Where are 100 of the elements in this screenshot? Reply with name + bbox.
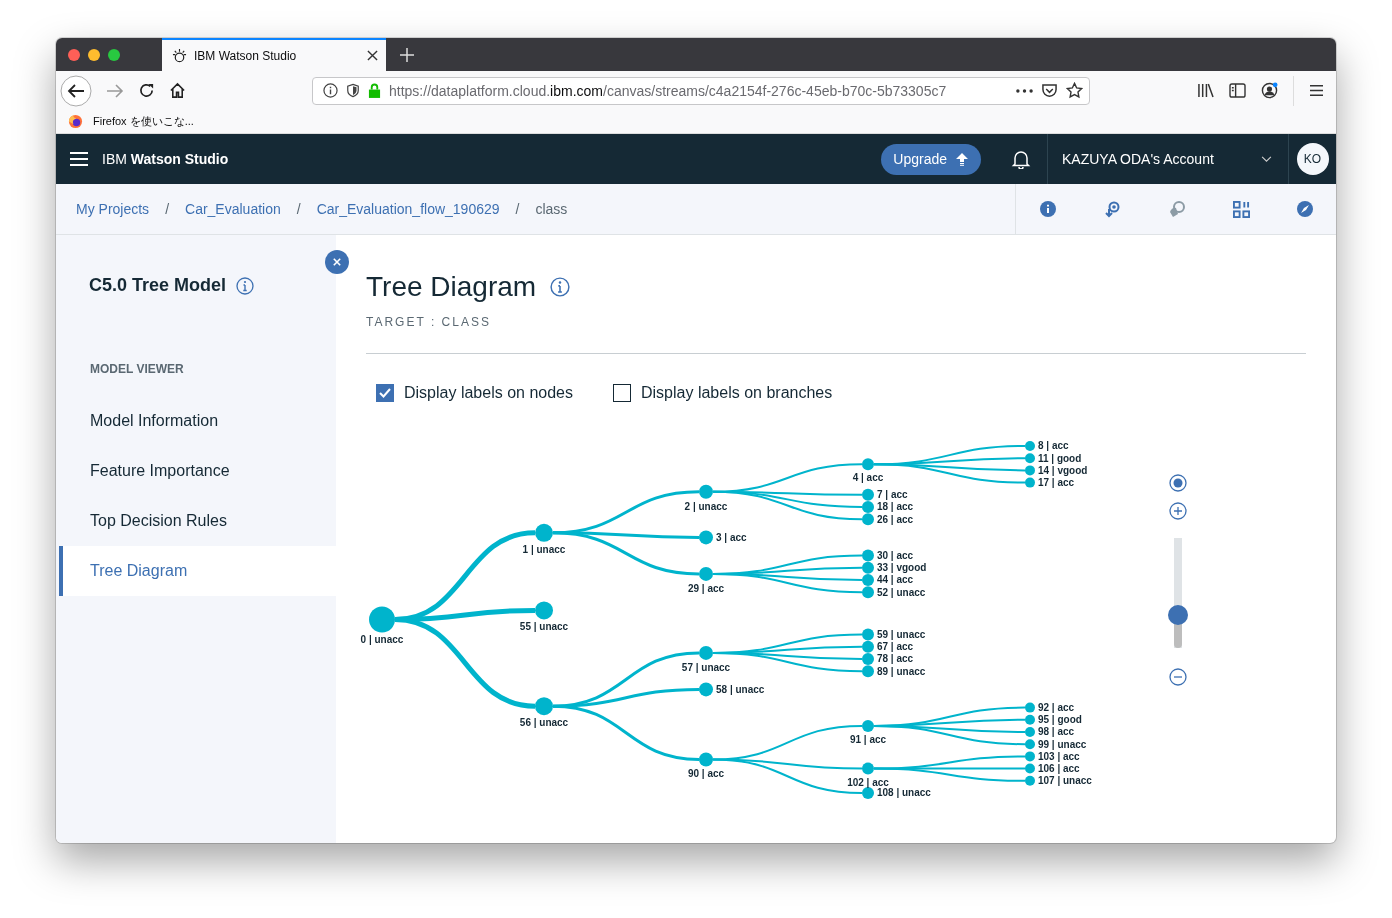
- shield-icon[interactable]: [346, 83, 360, 98]
- upgrade-button[interactable]: Upgrade: [881, 143, 981, 175]
- tree-node[interactable]: [862, 653, 874, 665]
- info-icon[interactable]: [550, 277, 571, 297]
- node-label: 78 | acc: [877, 653, 914, 665]
- breadcrumb-link[interactable]: Car_Evaluation: [185, 201, 281, 217]
- tree-node[interactable]: [862, 787, 874, 799]
- close-tab-icon[interactable]: [367, 50, 378, 61]
- node-label: 26 | acc: [877, 513, 914, 525]
- pocket-icon[interactable]: [1041, 83, 1058, 98]
- sidebar-item[interactable]: Top Decision Rules: [59, 496, 336, 546]
- forward-icon[interactable]: [106, 81, 124, 100]
- breadcrumb-link[interactable]: Car_Evaluation_flow_190629: [316, 201, 500, 217]
- sidebar-item[interactable]: Model Information: [59, 396, 336, 446]
- chevron-down-icon: [1261, 155, 1272, 163]
- close-button[interactable]: [325, 250, 349, 274]
- node-label: 90 | acc: [687, 768, 725, 780]
- more-icon[interactable]: [1016, 88, 1033, 93]
- checkbox[interactable]: [613, 384, 631, 402]
- checkbox-label: Display labels on branches: [641, 384, 833, 402]
- tree-node[interactable]: [1025, 751, 1035, 762]
- tree-node[interactable]: [1025, 453, 1035, 464]
- tree-node[interactable]: [1025, 775, 1035, 786]
- tree-node[interactable]: [369, 606, 395, 633]
- breadcrumb-separator: /: [296, 201, 301, 217]
- new-tab-icon[interactable]: [400, 47, 414, 62]
- account-icon[interactable]: [1261, 82, 1278, 99]
- model-title: C5.0 Tree Model: [89, 275, 227, 296]
- bookmark[interactable]: Firefox を使いこな...: [68, 114, 194, 129]
- tree-node[interactable]: [862, 762, 874, 775]
- tree-node[interactable]: [1025, 739, 1035, 750]
- slider-thumb[interactable]: [1168, 605, 1188, 625]
- tree-node[interactable]: [699, 752, 713, 767]
- tree-node[interactable]: [535, 601, 553, 620]
- tree-node[interactable]: [1025, 702, 1035, 713]
- tree-node[interactable]: [1025, 477, 1035, 488]
- tree-node[interactable]: [535, 523, 553, 542]
- tree-node[interactable]: [862, 501, 874, 513]
- firefox-logo-icon: [68, 114, 83, 129]
- browser-tab[interactable]: IBM Watson Studio: [162, 38, 386, 71]
- tree-node[interactable]: [699, 645, 713, 660]
- info-icon[interactable]: [236, 276, 255, 295]
- grid-icon[interactable]: [1232, 200, 1250, 218]
- home-icon[interactable]: [169, 82, 186, 99]
- tree-node[interactable]: [862, 561, 874, 574]
- tree-node[interactable]: [862, 513, 874, 526]
- minimize-window-icon[interactable]: [88, 48, 100, 61]
- close-icon: [333, 258, 341, 266]
- tree-node[interactable]: [1025, 465, 1035, 476]
- user-avatar[interactable]: KO: [1296, 143, 1329, 175]
- compass-icon[interactable]: [1296, 201, 1313, 217]
- sidebar-icon[interactable]: [1229, 83, 1246, 98]
- node-label: 106 | acc: [1038, 763, 1080, 775]
- info-icon[interactable]: [1039, 201, 1056, 217]
- tree-node[interactable]: [862, 458, 874, 471]
- checkbox[interactable]: [376, 384, 394, 402]
- reload-icon[interactable]: [138, 82, 155, 99]
- tree-node[interactable]: [862, 719, 874, 732]
- node-label: 67 | acc: [877, 641, 914, 653]
- breadcrumb-separator: /: [165, 201, 169, 217]
- zoom-in-icon[interactable]: [1169, 502, 1187, 520]
- tree-node[interactable]: [699, 484, 713, 499]
- page-title: Tree Diagram: [366, 271, 537, 303]
- star-icon[interactable]: [1066, 82, 1083, 99]
- tree-node[interactable]: [862, 574, 874, 586]
- menu-icon[interactable]: [1309, 84, 1324, 97]
- close-window-icon[interactable]: [68, 48, 80, 61]
- recenter-icon[interactable]: [1169, 474, 1187, 492]
- back-icon[interactable]: [60, 74, 92, 107]
- tree-node[interactable]: [862, 488, 874, 501]
- tree-node[interactable]: [1025, 714, 1035, 725]
- tree-node[interactable]: [699, 566, 713, 581]
- app-name: IBM Watson Studio: [102, 151, 229, 167]
- breadcrumb-link[interactable]: My Projects: [76, 201, 150, 217]
- tree-node[interactable]: [535, 697, 553, 716]
- tree-node[interactable]: [699, 530, 713, 545]
- library-icon[interactable]: [1197, 83, 1214, 98]
- chat-icon[interactable]: [1167, 200, 1186, 218]
- tree-node[interactable]: [699, 682, 713, 697]
- node-label: 52 | unacc: [877, 586, 926, 598]
- node-label: 33 | vgood: [877, 562, 927, 574]
- tree-node[interactable]: [1025, 763, 1035, 774]
- tree-node[interactable]: [862, 549, 874, 562]
- address-bar[interactable]: https://dataplatform.cloud.ibm.com/canvas/streams/c4a2154f-276c-45eb-b70c-5b73305c7: [312, 76, 1090, 105]
- info-icon[interactable]: [323, 83, 338, 98]
- sidebar-item[interactable]: Tree Diagram: [59, 546, 336, 596]
- node-label: 29 | acc: [687, 582, 725, 594]
- tree-node[interactable]: [862, 586, 874, 599]
- tree-node[interactable]: [1025, 441, 1035, 451]
- tree-node[interactable]: [862, 640, 874, 653]
- tree-node[interactable]: [862, 665, 874, 678]
- node-label: 92 | acc: [1038, 702, 1075, 714]
- sidebar-item[interactable]: Feature Importance: [59, 446, 336, 496]
- tree-node[interactable]: [1025, 727, 1035, 737]
- maximize-window-icon[interactable]: [108, 48, 120, 61]
- refresh-icon[interactable]: [1102, 200, 1121, 218]
- zoom-out-icon[interactable]: [1169, 668, 1187, 686]
- node-label: 55 | unacc: [519, 621, 569, 633]
- tree-node[interactable]: [862, 628, 874, 641]
- bell-icon[interactable]: [1011, 149, 1031, 169]
